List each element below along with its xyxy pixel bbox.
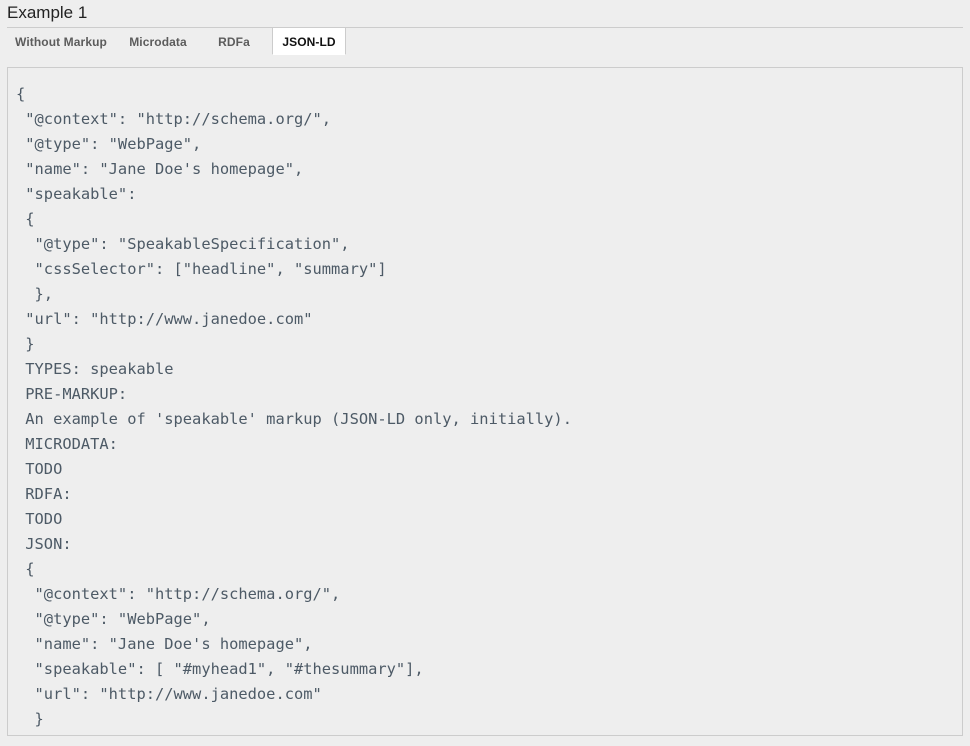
tab-json-ld[interactable]: JSON-LD bbox=[272, 27, 346, 55]
example-panel: Example 1 Without Markup Microdata RDFa … bbox=[0, 0, 970, 746]
tab-strip: Without Markup Microdata RDFa JSON-LD bbox=[0, 27, 970, 55]
code-panel: { "@context": "http://schema.org/", "@ty… bbox=[7, 67, 963, 736]
tab-without-markup[interactable]: Without Markup bbox=[6, 27, 116, 55]
page-title: Example 1 bbox=[7, 3, 88, 22]
tab-rdfa[interactable]: RDFa bbox=[200, 27, 268, 55]
tab-microdata[interactable]: Microdata bbox=[116, 27, 200, 55]
code-block: { "@context": "http://schema.org/", "@ty… bbox=[16, 85, 572, 728]
